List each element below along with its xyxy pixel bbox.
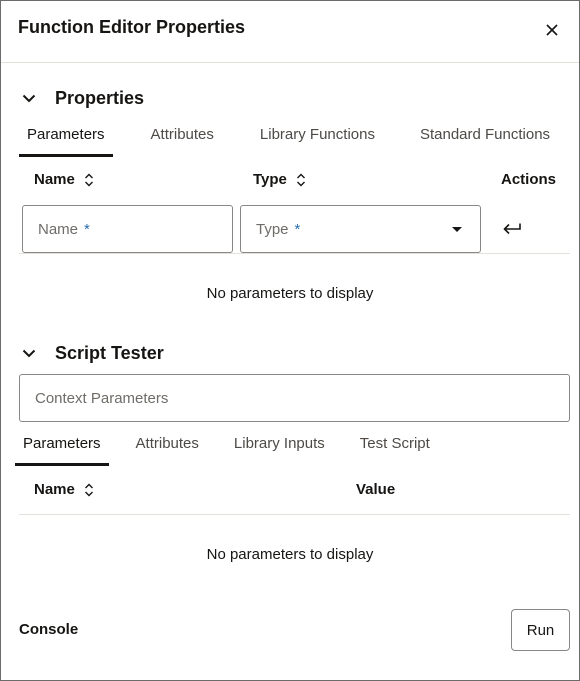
dialog-title: Function Editor Properties [18, 17, 246, 37]
properties-section-header: Properties [21, 88, 144, 109]
column-type-label: Type [253, 171, 287, 188]
script-tester-tabs: Parameters Attributes Library Inputs Tes… [15, 435, 430, 466]
properties-empty-message: No parameters to display [206, 285, 374, 302]
row-divider [19, 253, 570, 254]
dropdown-caret-icon [452, 227, 462, 232]
script-tester-title: Script Tester [55, 343, 164, 363]
column-header-actions: Actions [501, 171, 556, 188]
tab-parameters[interactable]: Parameters [19, 126, 113, 157]
required-marker: * [84, 220, 90, 238]
properties-tabs: Parameters Attributes Library Functions … [19, 126, 550, 157]
script-tester-empty-message: No parameters to display [206, 546, 374, 563]
run-button[interactable]: Run [511, 609, 570, 651]
column-name-label: Name [34, 171, 75, 188]
close-button[interactable] [539, 17, 565, 43]
required-marker: * [294, 220, 301, 238]
column-name-label: Name [34, 481, 75, 498]
context-parameters-input[interactable]: Context Parameters [19, 374, 570, 422]
chevron-down-icon [22, 94, 36, 103]
column-value-label: Value [356, 481, 396, 498]
add-parameter-button[interactable] [499, 217, 525, 241]
tab-attributes[interactable]: Attributes [136, 435, 199, 452]
script-tester-collapse-button[interactable] [21, 346, 37, 362]
type-placeholder: Type [256, 220, 289, 238]
tab-library-inputs[interactable]: Library Inputs [234, 435, 325, 452]
column-actions-label: Actions [501, 171, 557, 188]
tab-parameters[interactable]: Parameters [15, 435, 109, 466]
row-divider [19, 514, 570, 515]
column-header-type[interactable]: Type [253, 171, 306, 188]
tab-attributes[interactable]: Attributes [151, 126, 214, 143]
script-tester-section-header: Script Tester [21, 343, 164, 364]
chevron-down-icon [22, 349, 36, 358]
dialog-header: Function Editor Properties [1, 1, 579, 63]
context-parameters-placeholder: Context Parameters [35, 389, 169, 407]
type-select[interactable]: Type * [240, 205, 481, 253]
properties-title: Properties [55, 88, 145, 108]
enter-arrow-icon [503, 223, 521, 235]
sort-icon[interactable] [84, 483, 94, 497]
column-header-value: Value [356, 481, 395, 498]
tab-standard-functions[interactable]: Standard Functions [420, 126, 550, 143]
close-icon [546, 24, 558, 36]
tab-test-script[interactable]: Test Script [360, 435, 430, 452]
console-label: Console [19, 621, 79, 638]
name-input[interactable]: Name * [22, 205, 233, 253]
sort-icon[interactable] [296, 173, 306, 187]
column-header-name[interactable]: Name [34, 481, 94, 498]
column-header-name[interactable]: Name [34, 171, 94, 188]
tab-library-functions[interactable]: Library Functions [260, 126, 375, 143]
sort-icon[interactable] [84, 173, 94, 187]
properties-collapse-button[interactable] [21, 91, 37, 107]
name-placeholder: Name [38, 220, 79, 238]
function-editor-dialog: Function Editor Properties Properties Pa… [0, 0, 580, 681]
